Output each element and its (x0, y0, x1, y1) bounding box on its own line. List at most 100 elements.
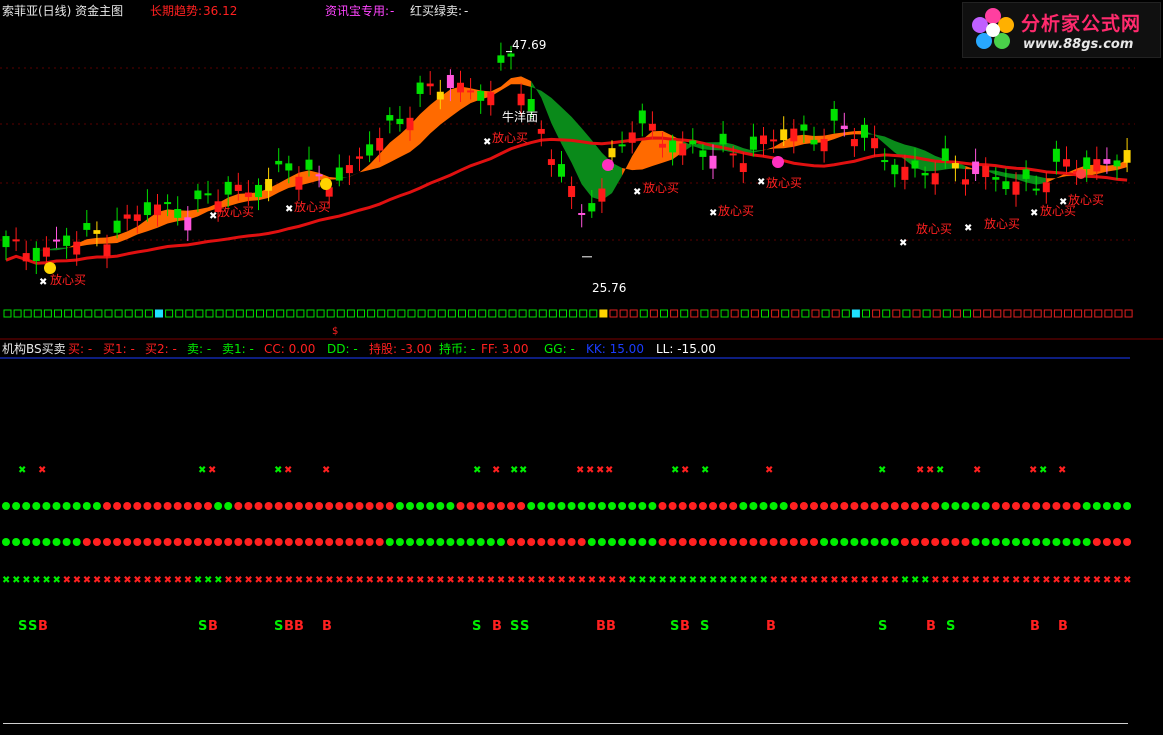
signal-cross: ✖ (285, 575, 293, 586)
signal-cross: ✖ (345, 575, 353, 586)
signal-cross: ✖ (878, 465, 886, 476)
signal-square (761, 309, 769, 318)
candle (517, 93, 525, 106)
signal-dot (82, 538, 91, 546)
signal-square (377, 309, 386, 318)
signal-dot (496, 502, 505, 510)
signal-cross: ✖ (840, 575, 848, 586)
candle (113, 220, 121, 233)
signal-dot (537, 538, 546, 546)
signal-dot (779, 538, 788, 546)
signal-square (952, 309, 961, 318)
signal-cross: ✖ (103, 575, 111, 586)
signal-square (54, 309, 62, 318)
signal-square (1094, 309, 1103, 318)
candle (547, 159, 555, 165)
signal-dot (890, 538, 899, 546)
candle (446, 74, 454, 89)
signal-cross: ✖ (992, 575, 1000, 586)
signal-dot (951, 502, 960, 510)
candle (204, 193, 212, 196)
signal-dot (870, 502, 879, 510)
white-cross-icon: ✖ (483, 137, 491, 148)
signal-dot (911, 502, 919, 510)
signal-dot (42, 538, 51, 546)
signal-cross: ✖ (547, 575, 555, 586)
signal-square (468, 309, 477, 318)
candle (194, 190, 202, 200)
signal-dot (486, 538, 495, 546)
signal-cross: ✖ (765, 465, 773, 476)
signal-dot (678, 502, 687, 510)
site-logo[interactable]: 分析家公式网 www.88gs.com (962, 2, 1161, 58)
signal-cross: ✖ (133, 575, 141, 586)
buy-sign: 放心买 (643, 181, 680, 195)
signal-square (750, 309, 759, 318)
signal-dot (729, 502, 738, 510)
signal-square (326, 309, 335, 318)
candle (123, 214, 131, 219)
signal-cross: ✖ (244, 575, 252, 586)
signal-cross: ✖ (198, 465, 206, 476)
signal-dot (840, 538, 849, 546)
signal-dot (860, 502, 869, 510)
candle (951, 163, 959, 169)
signal-dot (900, 538, 909, 546)
candle (659, 143, 666, 148)
signal-dot (284, 538, 293, 546)
signal-cross: ✖ (83, 575, 91, 586)
candle (760, 135, 767, 145)
signal-square (114, 309, 123, 318)
candle (911, 160, 919, 169)
signal-dot (375, 502, 384, 510)
white-cross-icon: ✖ (39, 277, 47, 288)
signal-square (538, 309, 547, 318)
signal-square (13, 309, 22, 318)
candle (73, 241, 81, 255)
signal-dot (638, 538, 647, 546)
signal-square (43, 309, 52, 318)
signal-cross: ✖ (861, 575, 869, 586)
signal-cross: ✖ (618, 575, 626, 586)
chart-canvas[interactable]: ✖✖✖✖✖✖✖✖✖✖✖✖ ✖ ✖ ✖ ✖ ✖ ✖ ✖ ✖ ✖ ✖ ✖ ✖ ✖ ✖ ✖ ✖ ✖ ✖ ✖ ✖ ✖ ✖ ✖ ✖ ✖ ✖ ✖ ✖… (0, 0, 1163, 735)
signal-dot (426, 502, 435, 510)
candle (648, 123, 656, 131)
signal-dot (517, 538, 526, 546)
signal-dot (193, 502, 202, 510)
signal-cross: ✖ (810, 575, 818, 586)
signal-cross: ✖ (295, 575, 303, 586)
signal-cross: ✖ (315, 575, 323, 586)
signal-dot (234, 502, 243, 510)
signal-square (336, 309, 345, 318)
signal-cross: ✖ (22, 575, 30, 586)
candle (457, 82, 464, 93)
signal-square (165, 309, 174, 318)
signal-square (1033, 309, 1042, 318)
candle (568, 186, 576, 197)
signal-dot (971, 502, 980, 510)
signal-square (791, 309, 800, 318)
candle (174, 209, 182, 218)
signal-square (670, 309, 679, 318)
signal-cross: ✖ (396, 575, 404, 586)
signal-cross: ✖ (265, 575, 273, 586)
signal-cross: ✖ (679, 575, 687, 586)
signal-dot (1062, 502, 1071, 510)
signal-cross: ✖ (1113, 575, 1121, 586)
signal-square (205, 309, 214, 318)
signal-dot (810, 538, 818, 546)
signal-dot (1042, 538, 1051, 546)
candle (224, 181, 232, 195)
signal-square (1074, 309, 1083, 318)
signal-dot (830, 538, 839, 546)
signal-cross: ✖ (284, 465, 292, 476)
candle (931, 173, 939, 185)
signal-square (629, 309, 638, 318)
signal-cross: ✖ (492, 465, 500, 476)
signal-cross: ✖ (154, 575, 162, 586)
buy-letter: B (680, 619, 690, 634)
candle (133, 214, 141, 221)
signal-cross: ✖ (982, 575, 990, 586)
signal-cross: ✖ (255, 575, 263, 586)
signal-dot (315, 502, 324, 510)
